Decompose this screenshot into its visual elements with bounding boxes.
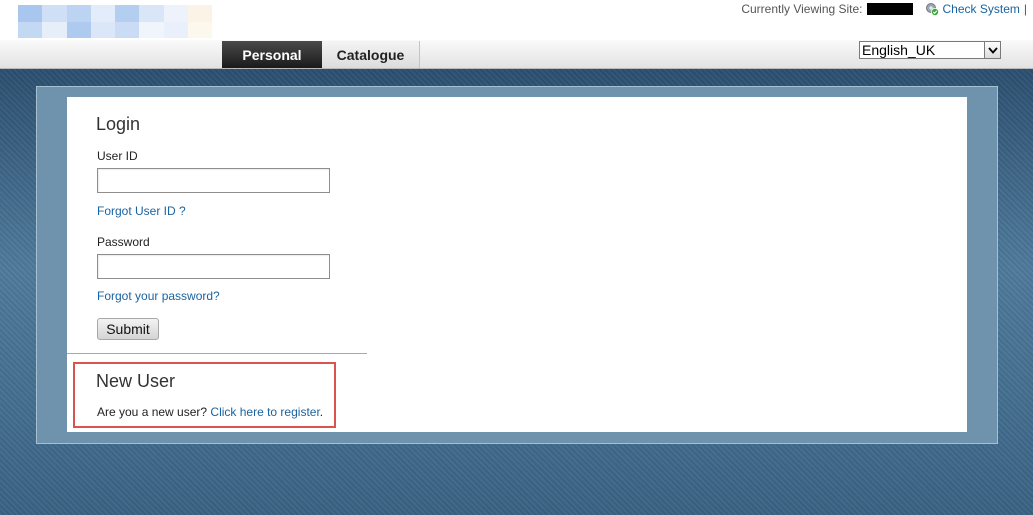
forgot-user-id-link[interactable]: Forgot User ID ? (97, 204, 186, 218)
nav-bar: Personal Catalogue English_UK (0, 40, 1033, 69)
tab-personal[interactable]: Personal (222, 41, 322, 68)
section-divider (67, 353, 367, 354)
logo-tile (139, 21, 164, 38)
register-link[interactable]: Click here to register (210, 405, 319, 419)
period: . (319, 405, 324, 419)
submit-button[interactable]: Submit (97, 318, 159, 340)
check-system-link[interactable]: Check System (943, 2, 1020, 16)
logo-tile (115, 5, 140, 22)
gear-check-icon (925, 3, 939, 16)
site-name-redacted (866, 3, 913, 15)
login-title: Login (96, 114, 141, 134)
currently-viewing-label: Currently Viewing Site: (741, 2, 863, 16)
logo-tile (18, 21, 43, 38)
logo-tile (115, 21, 140, 38)
language-selected-value: English_UK (862, 42, 936, 58)
chevron-down-icon[interactable] (984, 42, 1000, 58)
logo-tile (66, 5, 91, 22)
new-user-prompt: Are you a new user? (97, 405, 208, 419)
logo-tile (139, 5, 164, 22)
user-id-input[interactable] (97, 168, 330, 193)
logo-tile (90, 21, 115, 38)
forgot-password-link[interactable]: Forgot your password? (97, 289, 220, 303)
logo-tile (187, 21, 212, 38)
logo-tile (42, 5, 67, 22)
separator: | (1023, 2, 1027, 16)
logo-tile (42, 21, 67, 38)
logo-tile (18, 5, 43, 22)
logo-tile (66, 21, 91, 38)
new-user-title: New User (96, 371, 176, 391)
site-info: Currently Viewing Site: Check System | (741, 2, 1027, 16)
new-user-text: Are you a new user? Click here to regist… (97, 405, 323, 419)
logo-tile (163, 5, 188, 22)
language-select[interactable]: English_UK (859, 41, 1001, 59)
logo-tile (187, 5, 212, 22)
logo-tile (163, 21, 188, 38)
user-id-label: User ID (97, 149, 138, 163)
password-input[interactable] (97, 254, 330, 279)
logo-tile (90, 5, 115, 22)
password-label: Password (97, 235, 150, 249)
tab-catalogue[interactable]: Catalogue (322, 41, 420, 68)
top-bar: Currently Viewing Site: Check System | (0, 0, 1033, 40)
site-logo[interactable] (18, 5, 212, 38)
